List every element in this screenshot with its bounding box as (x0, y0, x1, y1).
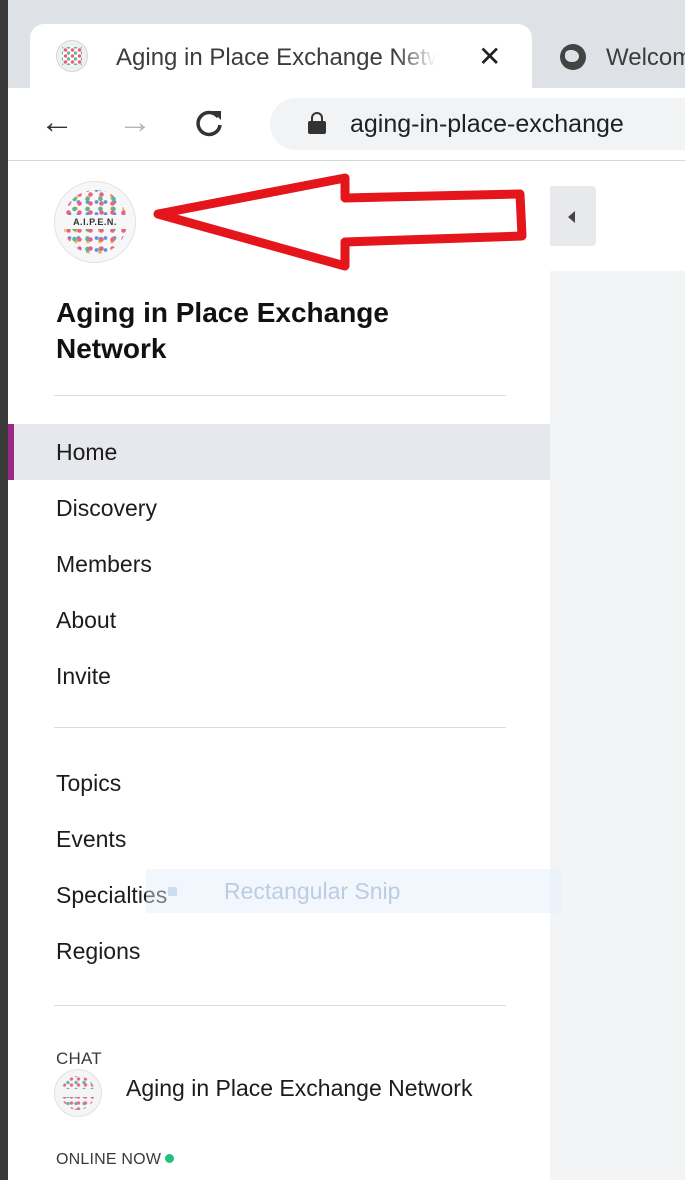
main-content (550, 161, 685, 1180)
browser-tab-inactive[interactable]: Welcome (606, 44, 685, 72)
chat-heading: CHAT (56, 1049, 102, 1068)
nav-item-invite[interactable]: Invite (8, 648, 550, 704)
browser-tab-active[interactable]: Aging in Place Exchange Network ✕ (30, 24, 532, 88)
globe-icon (560, 44, 586, 70)
nav-label: Members (56, 551, 152, 577)
logo-text: A.I.P.E.N. (59, 215, 131, 229)
address-bar[interactable]: aging-in-place-exchange (270, 98, 685, 150)
nav-item-about[interactable]: About (8, 592, 550, 648)
nav-label: Topics (56, 770, 122, 796)
nav-item-discovery[interactable]: Discovery (8, 480, 550, 536)
nav-label: Regions (56, 938, 141, 964)
online-now-label: ONLINE NOW (56, 1151, 175, 1169)
reload-icon[interactable] (194, 102, 224, 146)
tab-title: Aging in Place Exchange Network (116, 44, 436, 72)
lock-icon (308, 112, 326, 134)
nav-label: About (56, 607, 117, 633)
community-logo[interactable]: A.I.P.E.N. (54, 181, 136, 263)
annotation-arrow (153, 173, 527, 271)
nav-item-regions[interactable]: Regions (8, 923, 550, 979)
snip-overlay: Rectangular Snip (146, 869, 562, 913)
close-icon[interactable]: ✕ (478, 40, 501, 73)
back-arrow-icon[interactable]: ← (40, 102, 74, 142)
nav-label: Home (56, 439, 118, 465)
sidebar: A.I.P.E.N. Aging in Place Exchange Netwo… (8, 161, 550, 1180)
nav-label: Events (56, 826, 127, 852)
nav-label: Invite (56, 663, 111, 689)
divider (54, 727, 506, 728)
browser-tab-strip: Aging in Place Exchange Network ✕ Welcom… (8, 0, 685, 88)
nav-item-topics[interactable]: Topics (8, 755, 550, 811)
community-name: Aging in Place Exchange Network (56, 297, 389, 364)
nav-item-members[interactable]: Members (8, 536, 550, 592)
chat-channel-avatar (54, 1069, 102, 1117)
screen-edge (0, 0, 8, 1180)
divider (54, 395, 506, 396)
forward-arrow-icon[interactable]: → (118, 102, 152, 142)
url-text: aging-in-place-exchange (350, 110, 624, 138)
browser-toolbar: ← → aging-in-place-exchange (8, 88, 685, 161)
online-status-dot (165, 1154, 175, 1163)
collapse-sidebar-button[interactable] (550, 186, 596, 246)
aipen-logo-icon (56, 40, 88, 72)
divider (54, 1005, 506, 1006)
nav-item-home[interactable]: Home (8, 424, 550, 480)
online-now-text: ONLINE NOW (56, 1151, 162, 1168)
nav-item-events[interactable]: Events (8, 811, 550, 867)
chat-channel-name[interactable]: Aging in Place Exchange Network (126, 1075, 550, 1102)
snip-icon (168, 887, 177, 896)
nav-label: Discovery (56, 495, 157, 521)
snip-label: Rectangular Snip (224, 878, 401, 904)
